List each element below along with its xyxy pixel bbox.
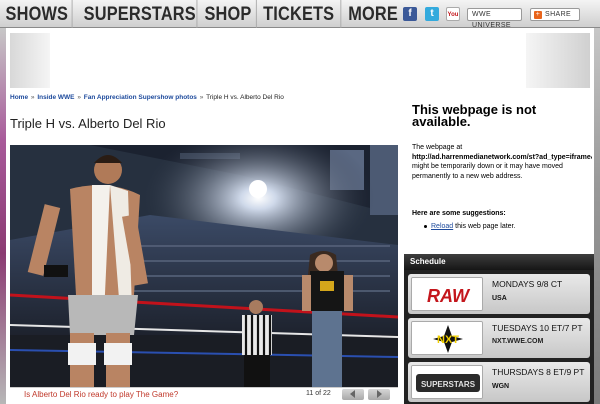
suggestions-title: Here are some suggestions: <box>412 210 506 217</box>
youtube-icon[interactable]: You <box>446 7 460 21</box>
nav-shows[interactable]: SHOWS <box>2 0 73 28</box>
ad-image-right <box>526 33 590 88</box>
share-button[interactable]: + SHARE <box>530 8 580 21</box>
breadcrumb-separator: » <box>77 94 81 101</box>
breadcrumb: Home » Inside WWE » Fan Appreciation Sup… <box>10 94 284 101</box>
nxt-site: NXT.WWE.COM <box>492 338 544 345</box>
breadcrumb-current: Triple H vs. Alberto Del Rio <box>206 94 284 101</box>
content-panel: Home » Inside WWE » Fan Appreciation Sup… <box>6 28 594 404</box>
error-body-prefix: The webpage at <box>412 144 463 151</box>
breadcrumb-home[interactable]: Home <box>10 94 28 101</box>
superstars-time: THURSDAYS 8 ET/9 PT <box>492 367 585 377</box>
gallery-counter: 11 of 22 <box>306 390 331 397</box>
next-photo-button[interactable] <box>368 389 390 400</box>
wwe-universe-button[interactable]: WWE UNIVERSE <box>467 8 522 29</box>
nav-shop[interactable]: SHOP <box>200 0 257 28</box>
superstars-logo: SUPERSTARS <box>411 365 483 399</box>
raw-network: USA <box>492 295 507 302</box>
nav-more[interactable]: MORE <box>343 0 403 28</box>
facebook-icon[interactable]: f <box>403 7 417 21</box>
share-label: SHARE <box>545 11 572 18</box>
top-nav: SHOWS SUPERSTARS SHOP TICKETS MORE f t Y… <box>0 0 600 29</box>
schedule-row-superstars[interactable]: SUPERSTARS THURSDAYS 8 ET/9 PT WGN <box>408 362 590 402</box>
nav-superstars[interactable]: SUPERSTARS <box>83 0 198 28</box>
gallery-photo[interactable] <box>10 145 398 387</box>
nxt-time: TUESDAYS 10 ET/7 PT <box>492 323 583 333</box>
arrow-right-icon <box>377 390 382 398</box>
nav-tickets[interactable]: TICKETS <box>257 0 342 28</box>
ad-image-left <box>10 33 50 88</box>
breadcrumb-separator: » <box>30 94 35 101</box>
ad-banner <box>6 28 594 90</box>
raw-logo-art: RAW <box>412 278 482 310</box>
right-gutter <box>594 28 600 404</box>
reload-rest: this web page later. <box>453 223 516 230</box>
raw-logo: RAW <box>411 277 483 311</box>
arrow-left-icon <box>350 390 355 398</box>
schedule-heading: Schedule <box>404 254 594 270</box>
error-body: The webpage at http://ad.harrenmedianetw… <box>412 143 592 181</box>
nxt-logo: NXT <box>411 321 483 355</box>
nxt-logo-art: NXT <box>412 322 482 354</box>
reload-link[interactable]: Reload <box>431 223 453 230</box>
error-title: This webpage is not available. <box>412 102 537 129</box>
twitter-icon[interactable]: t <box>425 7 439 21</box>
schedule-row-raw[interactable]: RAW MONDAYS 9/8 CT USA <box>408 274 590 314</box>
suggestion-item: Reload this web page later. <box>424 223 515 230</box>
raw-logo-text: RAW <box>427 286 471 306</box>
bullet-icon <box>424 224 427 228</box>
error-url: http://ad.harrenmedianetwork.com/st?ad_t… <box>412 153 592 161</box>
breadcrumb-separator: » <box>199 94 204 101</box>
gallery-caption-bar: Is Alberto Del Rio ready to play The Gam… <box>10 387 398 401</box>
error-body-suffix: might be temporarily down or it may have… <box>412 163 563 180</box>
breadcrumb-gallery[interactable]: Fan Appreciation Supershow photos <box>84 94 197 101</box>
schedule-row-nxt[interactable]: NXT TUESDAYS 10 ET/7 PT NXT.WWE.COM <box>408 318 590 358</box>
superstars-network: WGN <box>492 383 510 390</box>
page-title: Triple H vs. Alberto Del Rio <box>10 116 166 131</box>
gallery-caption: Is Alberto Del Rio ready to play The Gam… <box>24 390 179 399</box>
prev-photo-button[interactable] <box>342 389 364 400</box>
arena-scene <box>10 145 398 387</box>
superstars-logo-text: SUPERSTARS <box>421 380 476 389</box>
raw-time: MONDAYS 9/8 CT <box>492 279 563 289</box>
superstars-logo-art: SUPERSTARS <box>412 366 482 398</box>
breadcrumb-inside-wwe[interactable]: Inside WWE <box>37 94 74 101</box>
schedule-widget: Schedule RAW MONDAYS 9/8 CT USA NXT TUES… <box>404 254 594 404</box>
nxt-logo-text: NXT <box>437 334 459 346</box>
share-plus-icon: + <box>534 11 542 19</box>
